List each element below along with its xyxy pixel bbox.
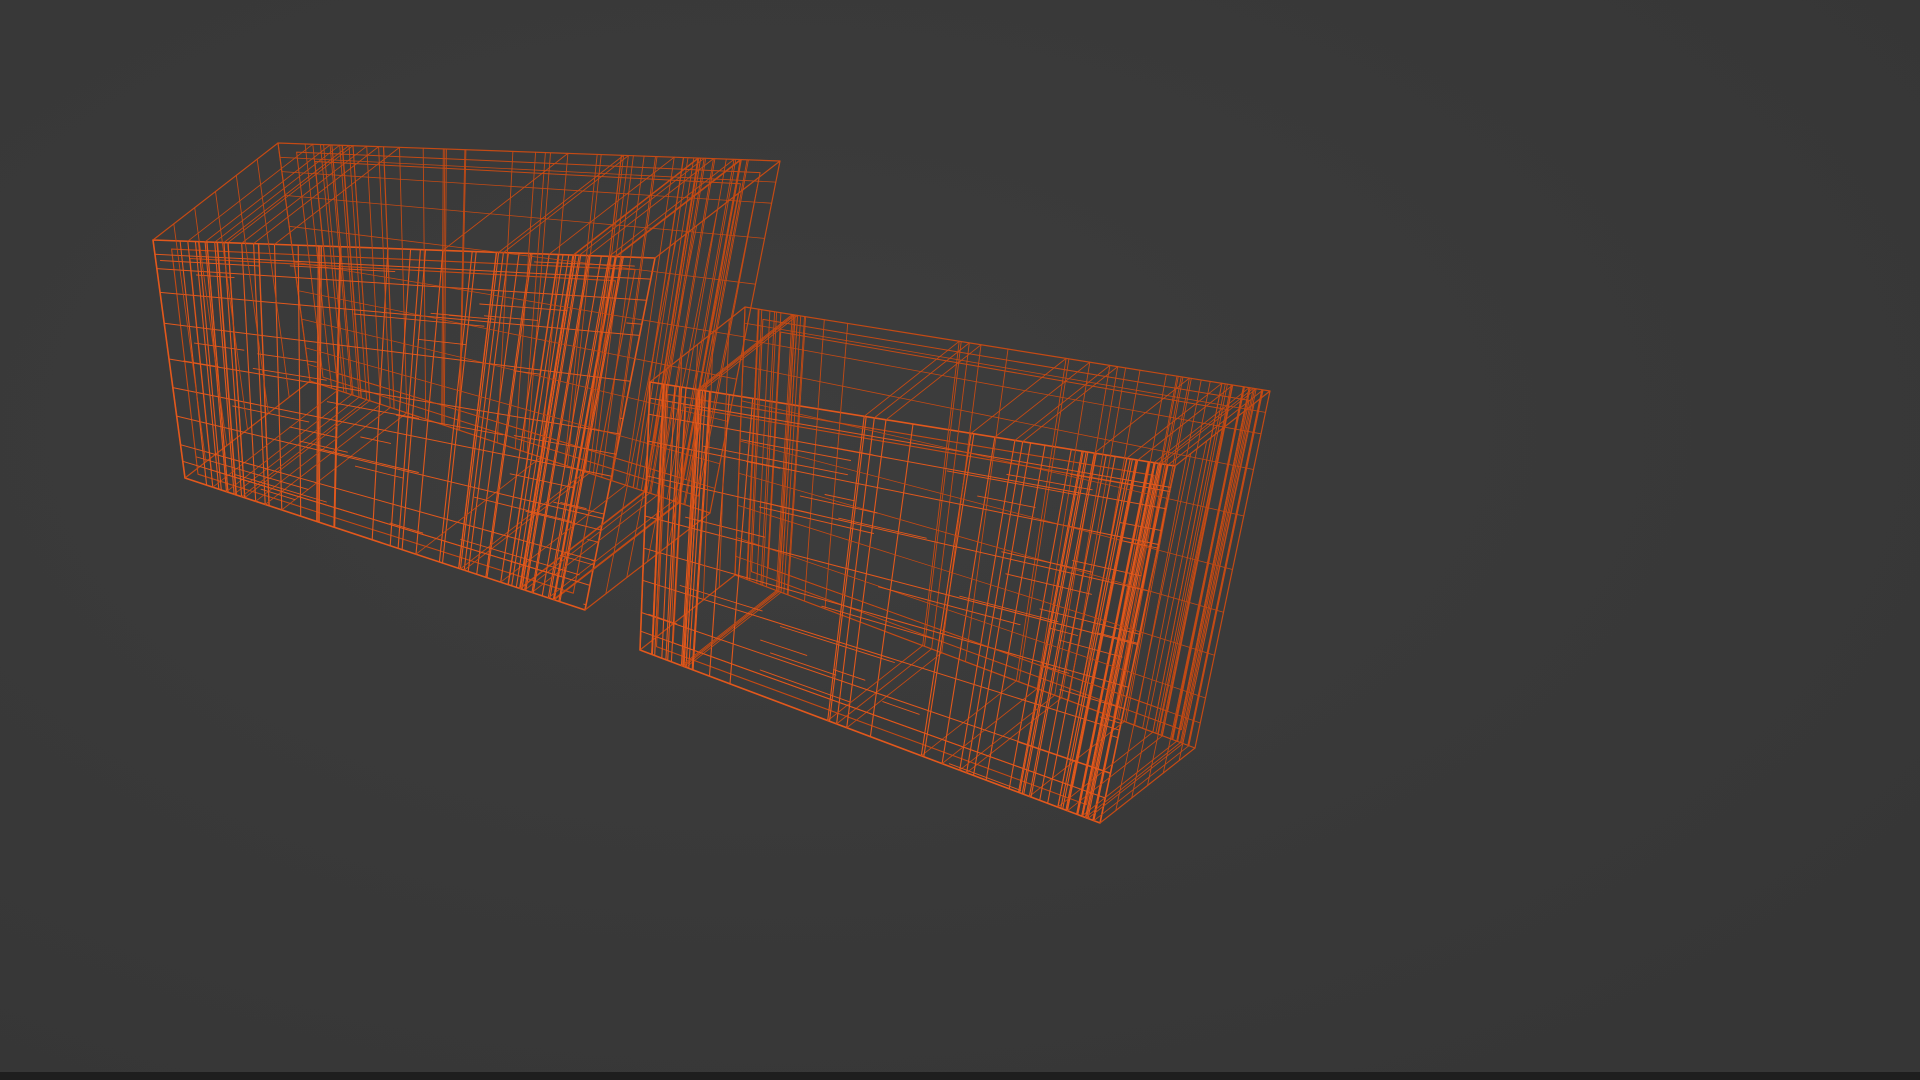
- 3d-viewport[interactable]: [0, 0, 1920, 1072]
- viewport-canvas[interactable]: [0, 0, 1920, 1072]
- viewport-background: [0, 0, 1920, 1072]
- status-strip: [0, 1072, 1920, 1080]
